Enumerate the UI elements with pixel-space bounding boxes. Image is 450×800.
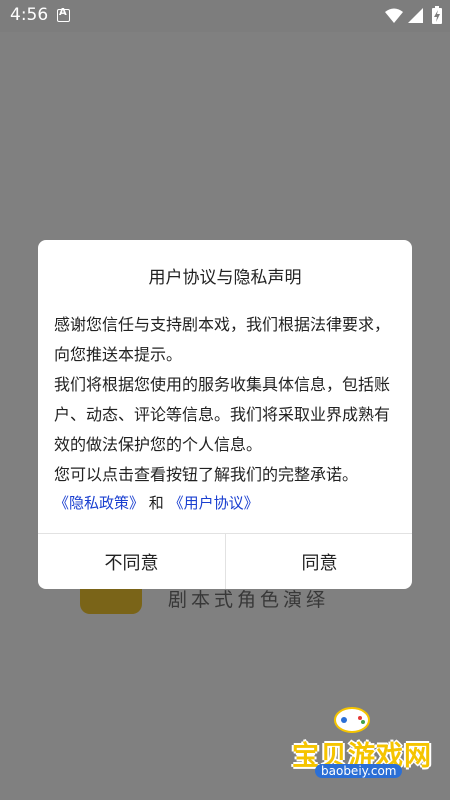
watermark-url: baobeiy.com xyxy=(315,764,403,778)
dialog-paragraph: 您可以点击查看按钮了解我们的完整承诺。 xyxy=(54,465,359,484)
watermark: 宝贝游戏网 baobeiy.com xyxy=(292,700,442,790)
dialog-paragraph: 我们将根据您使用的服务收集具体信息，包括账户、动态、评论等信息。我们将采取业界成… xyxy=(54,375,391,454)
dialog-body: 感谢您信任与支持剧本戏，我们根据法律要求，向您推送本提示。 我们将根据您使用的服… xyxy=(54,310,399,516)
link-joiner: 和 xyxy=(148,494,164,512)
signal-icon xyxy=(408,8,423,23)
privacy-dialog: 用户协议与隐私声明 感谢您信任与支持剧本戏，我们根据法律要求，向您推送本提示。 … xyxy=(38,240,412,589)
gamepad-icon xyxy=(334,707,370,733)
app-tagline: 剧本式角色演绎 xyxy=(168,589,330,611)
status-time: 4:56 xyxy=(10,5,49,25)
user-agreement-link[interactable]: 《用户协议》 xyxy=(169,494,259,512)
agree-button[interactable]: 同意 xyxy=(226,534,412,589)
notification-a-icon: A xyxy=(57,7,70,22)
policy-links: 《隐私政策》 和 《用户协议》 xyxy=(54,490,399,516)
battery-charging-icon xyxy=(432,6,442,24)
notification-letter: A xyxy=(59,7,67,18)
dialog-paragraph: 感谢您信任与支持剧本戏，我们根据法律要求，向您推送本提示。 xyxy=(54,315,391,364)
wifi-icon xyxy=(385,8,403,23)
privacy-policy-link[interactable]: 《隐私政策》 xyxy=(54,494,144,512)
dialog-title: 用户协议与隐私声明 xyxy=(148,268,302,288)
status-bar: 4:56 A xyxy=(0,0,450,32)
disagree-button[interactable]: 不同意 xyxy=(38,534,225,589)
